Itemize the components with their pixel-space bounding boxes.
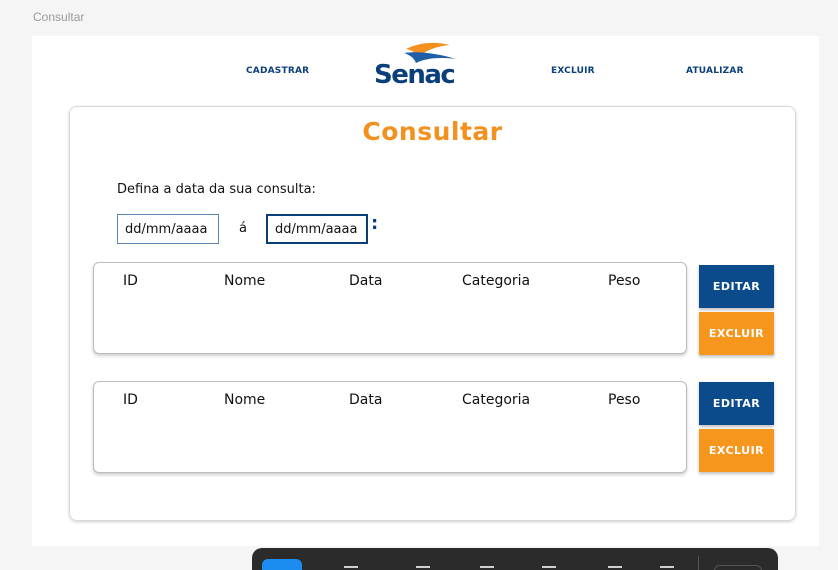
text-icon[interactable] <box>542 566 556 570</box>
column-header-data: Data <box>349 273 383 289</box>
consult-card: Consultar Defina a data da sua consulta:… <box>69 106 796 521</box>
column-header-nome: Nome <box>224 392 266 408</box>
column-header-categoria: Categoria <box>462 273 531 289</box>
delete-button[interactable]: EXCLUIR <box>699 429 774 472</box>
rectangle-icon[interactable] <box>416 566 430 570</box>
toolbar-divider <box>698 556 699 570</box>
column-header-peso: Peso <box>608 273 641 289</box>
column-header-peso: Peso <box>608 392 641 408</box>
column-header-id: ID <box>123 392 138 408</box>
nav-cadastrar-link[interactable]: CADASTRAR <box>246 66 309 76</box>
column-header-nome: Nome <box>224 273 266 289</box>
pen-icon[interactable] <box>480 566 494 570</box>
page-frame: CADASTRAR Senac EXCLUIR ATUALIZAR Consul… <box>32 36 819 546</box>
nav-atualizar-link[interactable]: ATUALIZAR <box>686 66 744 76</box>
edit-button[interactable]: EDITAR <box>699 265 774 308</box>
date-separator: á <box>239 221 247 236</box>
result-row: ID Nome Data Categoria Peso <box>93 381 687 473</box>
design-toolbar <box>252 548 778 570</box>
edit-button[interactable]: EDITAR <box>699 382 774 425</box>
date-to-input[interactable]: dd/mm/aaaa <box>266 214 368 244</box>
nav-excluir-link[interactable]: EXCLUIR <box>551 66 595 76</box>
logo-text: Senac <box>374 60 456 90</box>
column-header-data: Data <box>349 392 383 408</box>
column-header-id: ID <box>123 273 138 289</box>
select-icon[interactable] <box>262 559 302 570</box>
frame-label: Consultar <box>33 10 85 24</box>
dev-mode-toggle[interactable] <box>714 565 762 570</box>
comment-icon[interactable] <box>608 566 622 570</box>
date-suffix: : <box>371 213 379 234</box>
date-prompt-label: Defina a data da sua consulta: <box>117 182 316 197</box>
column-header-categoria: Categoria <box>462 392 531 408</box>
senac-logo[interactable]: Senac <box>372 41 466 93</box>
result-row: ID Nome Data Categoria Peso <box>93 262 687 354</box>
dev-mode-icon[interactable] <box>660 566 674 570</box>
page-title: Consultar <box>362 117 503 146</box>
frame-icon[interactable] <box>344 566 358 570</box>
delete-button[interactable]: EXCLUIR <box>699 312 774 355</box>
date-from-input[interactable]: dd/mm/aaaa <box>117 214 219 244</box>
